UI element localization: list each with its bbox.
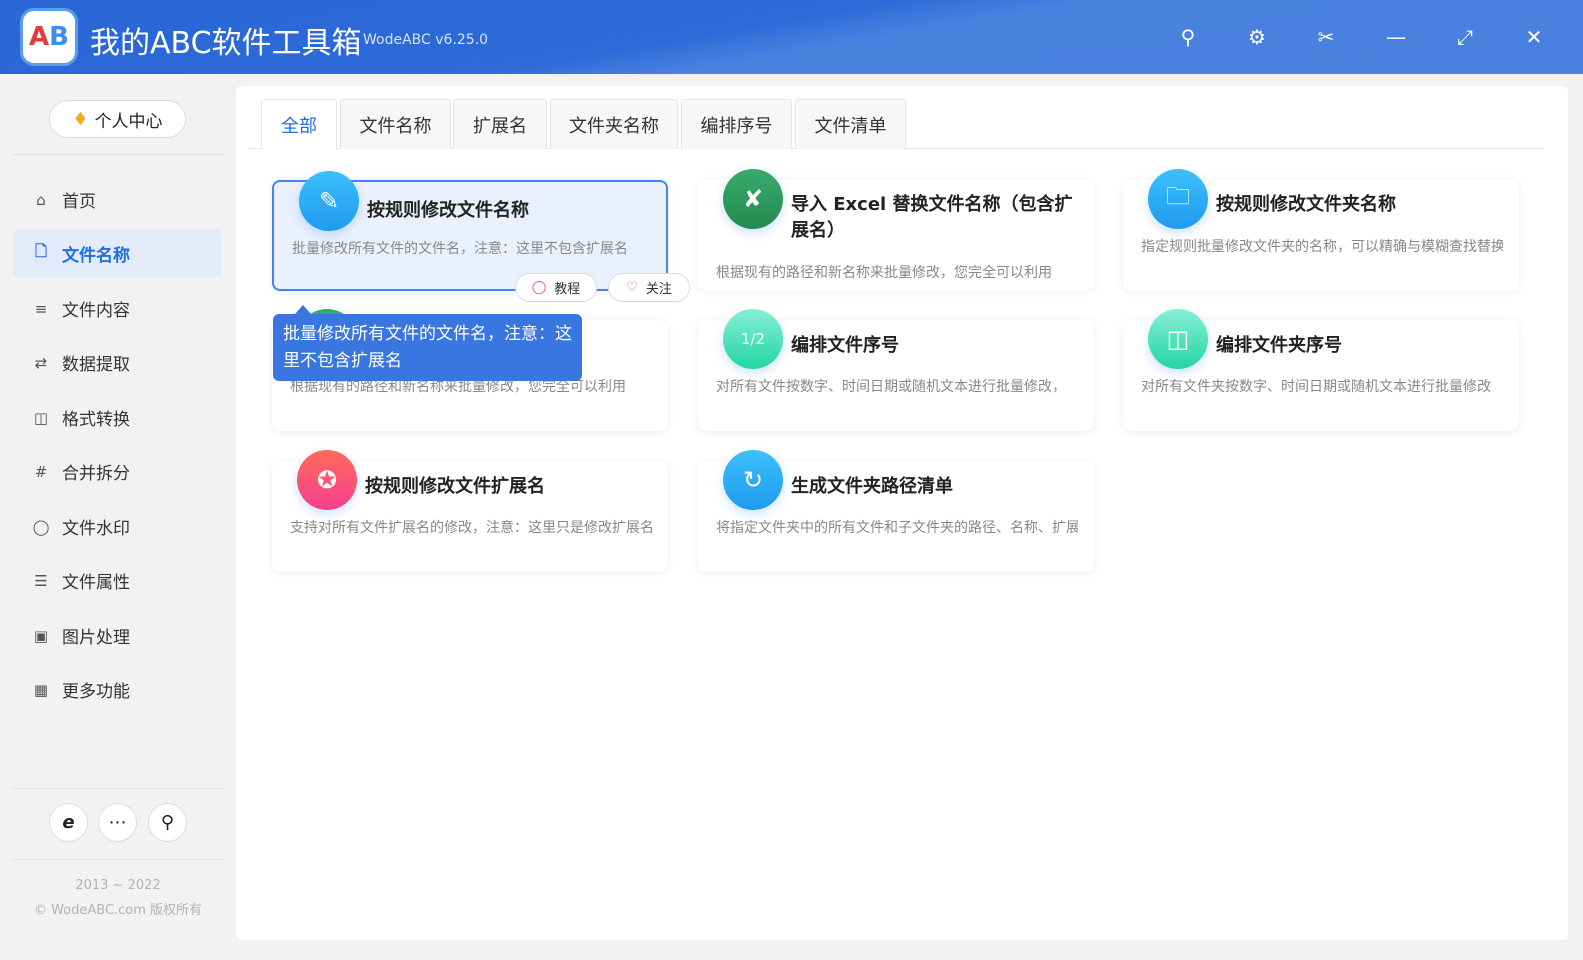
sidebar-item-label: 文件名称 xyxy=(62,246,130,266)
sidebar-item-label: 格式转换 xyxy=(62,410,130,430)
card-title: 按规则修改文件扩展名 xyxy=(365,476,545,497)
folder-number-icon: ◫ xyxy=(1148,309,1208,369)
card-desc: 根据现有的路径和新名称来批量修改，您完全可以利用 xyxy=(716,265,1052,281)
transfer-icon: ⇄ xyxy=(34,353,48,372)
divider xyxy=(13,788,223,789)
edit-file-icon: ✎ xyxy=(299,171,359,231)
card-desc: 对所有文件按数字、时间日期或随机文本进行批量修改， xyxy=(716,379,1066,395)
sidebar-item-label: 首页 xyxy=(62,192,96,212)
shield-icon: ◯ xyxy=(32,517,50,536)
card-number-files[interactable]: 1/2 编排文件序号 对所有文件按数字、时间日期或随机文本进行批量修改， xyxy=(698,309,1094,431)
card-rename-files[interactable]: ✎ 按规则修改文件名称 批量修改所有文件的文件名，注意：这里不包含扩展名 xyxy=(272,171,668,291)
tab-numbering[interactable]: 编排序号 xyxy=(681,99,792,149)
card-title: 生成文件夹路径清单 xyxy=(791,476,953,497)
card-number-folders[interactable]: ◫ 编排文件夹序号 对所有文件夹按数字、时间日期或随机文本进行批量修改 xyxy=(1123,309,1519,431)
sidebar-item-label: 文件内容 xyxy=(62,301,130,321)
close-icon[interactable]: ✕ xyxy=(1521,24,1547,50)
sidebar-item-file-content[interactable]: ≡ 文件内容 xyxy=(13,284,222,333)
heart-icon: ♡ xyxy=(626,280,638,295)
tooltip: 批量修改所有文件的文件名，注意：这里不包含扩展名 xyxy=(273,305,582,381)
card-desc: 支持对所有文件扩展名的修改，注意：这里只是修改扩展名 xyxy=(290,520,652,536)
tab-all[interactable]: 全部 xyxy=(261,99,337,150)
follow-label: 关注 xyxy=(645,282,672,297)
tab-extension[interactable]: 扩展名 xyxy=(453,99,547,149)
footer-copyright: © WodeABC.com 版权所有 xyxy=(33,903,203,918)
home-icon: ⌂ xyxy=(36,190,46,209)
sidebar-item-data-extract[interactable]: ⇄ 数据提取 xyxy=(13,338,222,387)
diamond-icon: ♦ xyxy=(72,108,89,130)
edit-folder-icon: 🗀 xyxy=(1148,169,1208,229)
card-title: 按规则修改文件夹名称 xyxy=(1216,194,1396,215)
sidebar: ♦ 个人中心 ⌂ 首页 🗋 文件名称 ≡ 文件内容 ⇄ 数据提取 ◫ 格式转换 # 合并拆分 … xyxy=(0,74,236,960)
card-desc: 将指定文件夹中的所有文件和子文件夹的路径、名称、扩展名 xyxy=(716,520,1078,536)
sidebar-item-home[interactable]: ⌂ 首页 xyxy=(13,175,222,224)
path-icon: ↻ xyxy=(723,450,783,510)
sidebar-item-label: 数据提取 xyxy=(62,355,130,375)
sidebar-item-label: 更多功能 xyxy=(62,682,130,702)
footer-years: 2013 ~ 2022 xyxy=(75,878,161,893)
app-version: WodeABC v6.25.0 xyxy=(363,32,489,48)
tab-folder-name[interactable]: 文件夹名称 xyxy=(550,99,678,149)
card-title: 导入 Excel 替换文件名称（包含扩展名） xyxy=(791,194,1073,241)
sidebar-item-label: 文件水印 xyxy=(62,519,130,539)
hash-icon: # xyxy=(34,462,48,481)
divider xyxy=(13,154,223,155)
sidebar-item-watermark[interactable]: ◯ 文件水印 xyxy=(13,502,222,551)
profile-button[interactable]: ♦ 个人中心 xyxy=(49,100,186,138)
file-icon: 🗋 xyxy=(34,242,48,260)
title-bar: AB 我的ABC软件工具箱 WodeABC v6.25.0 ⚲ ⚙ ✂ — ⤢ … xyxy=(0,0,1583,74)
card-desc: 对所有文件夹按数字、时间日期或随机文本进行批量修改 xyxy=(1141,379,1491,395)
card-folder-path-list[interactable]: ↻ 生成文件夹路径清单 将指定文件夹中的所有文件和子文件夹的路径、名称、扩展名 xyxy=(698,450,1094,572)
sidebar-item-label: 图片处理 xyxy=(62,628,130,648)
sidebar-item-format-convert[interactable]: ◫ 格式转换 xyxy=(13,393,222,442)
maximize-icon[interactable]: ⤢ xyxy=(1452,24,1478,50)
card-title: 按规则修改文件名称 xyxy=(367,200,529,221)
sidebar-item-label: 文件属性 xyxy=(62,573,130,593)
chat-icon[interactable]: ⋯ xyxy=(98,803,137,842)
list-indent-icon: ≡ xyxy=(34,299,48,318)
divider xyxy=(13,859,223,860)
excel-icon: ✘ xyxy=(723,169,783,229)
sidebar-item-image[interactable]: ▣ 图片处理 xyxy=(13,611,222,660)
minimize-icon[interactable]: — xyxy=(1383,24,1409,50)
sidebar-item-file-attributes[interactable]: ☰ 文件属性 xyxy=(13,556,222,605)
tab-file-list[interactable]: 文件清单 xyxy=(795,99,906,149)
sidebar-item-merge-split[interactable]: # 合并拆分 xyxy=(13,447,222,496)
card-title: 编排文件夹序号 xyxy=(1216,335,1342,356)
convert-icon: ◫ xyxy=(33,408,49,427)
follow-button[interactable]: ♡ 关注 xyxy=(608,273,690,302)
list-icon: ☰ xyxy=(34,571,48,590)
sidebar-item-label: 合并拆分 xyxy=(62,464,130,484)
card-rename-folders[interactable]: 🗀 按规则修改文件夹名称 指定规则批量修改文件夹的名称，可以精确与模糊查找替换 xyxy=(1123,169,1519,291)
grid-icon: ▦ xyxy=(33,680,49,699)
puzzle-icon: ✪ xyxy=(297,450,357,510)
tutorial-label: 教程 xyxy=(554,282,581,297)
browser-icon[interactable]: e xyxy=(49,803,88,842)
card-excel-rename-with-ext[interactable]: ✘ 导入 Excel 替换文件名称（包含扩展名） 根据现有的路径和新名称来批量修… xyxy=(698,169,1094,291)
search-icon[interactable]: ⚲ xyxy=(1175,24,1201,50)
card-desc: 指定规则批量修改文件夹的名称，可以精确与模糊查找替换 xyxy=(1141,239,1503,255)
app-title: 我的ABC软件工具箱 xyxy=(90,26,362,61)
card-desc: 批量修改所有文件的文件名，注意：这里不包含扩展名 xyxy=(292,241,628,257)
profile-label: 个人中心 xyxy=(94,111,163,132)
tab-file-name[interactable]: 文件名称 xyxy=(340,99,451,149)
card-title: 编排文件序号 xyxy=(791,335,899,356)
tutorial-button[interactable]: ◯ 教程 xyxy=(515,273,597,302)
sidebar-item-file-name[interactable]: 🗋 文件名称 xyxy=(13,229,222,278)
app-logo: AB xyxy=(20,8,78,66)
sidebar-item-more[interactable]: ▦ 更多功能 xyxy=(13,665,222,714)
gear-icon[interactable]: ⚙ xyxy=(1244,24,1270,50)
card-rename-extension[interactable]: ✪ 按规则修改文件扩展名 支持对所有文件扩展名的修改，注意：这里只是修改扩展名 xyxy=(272,450,668,572)
bulb-icon: ◯ xyxy=(531,280,547,295)
scissors-icon[interactable]: ✂ xyxy=(1313,24,1339,50)
share-network-icon[interactable]: ⚲ xyxy=(148,803,187,842)
clipboard-number-icon: 1/2 xyxy=(723,309,783,369)
image-icon: ▣ xyxy=(33,626,49,645)
tab-bar: 全部 文件名称 扩展名 文件夹名称 编排序号 文件清单 xyxy=(248,99,1544,150)
